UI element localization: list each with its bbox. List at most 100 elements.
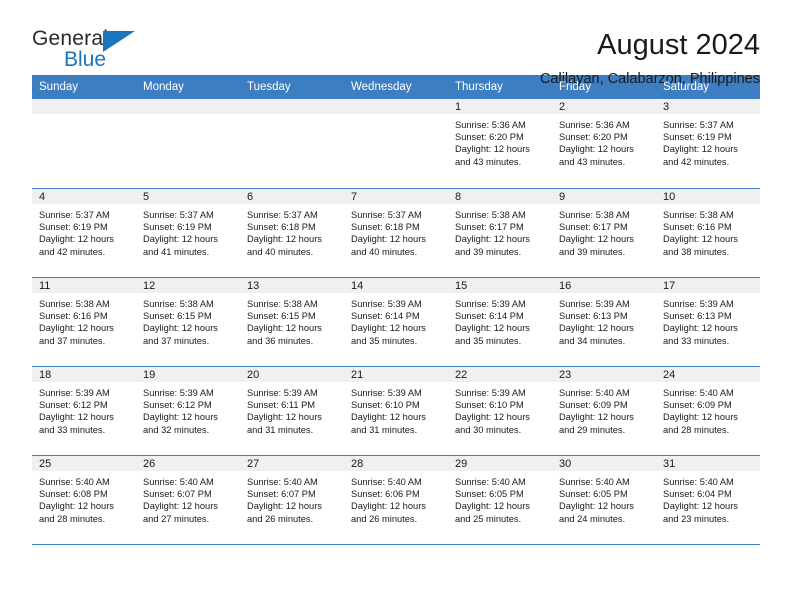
sunrise-text: Sunrise: 5:38 AM [247,299,318,309]
day-cell[interactable]: 24 Sunrise: 5:40 AM Sunset: 6:09 PM Dayligh… [656,366,760,455]
calendar-day-cell: 30 Sunrise: 5:40 AM Sunset: 6:05 PM Dayligh… [552,455,656,544]
daylight-text-line-2: and 42 minutes. [663,156,730,167]
daylight-text-line-1: Daylight: 12 hours [559,412,634,423]
daylight-text-line-2: and 26 minutes. [351,513,418,524]
general-blue-logo[interactable]: General Blue [32,28,152,76]
calendar-day-cell: 16 Sunrise: 5:39 AM Sunset: 6:13 PM Dayligh… [552,277,656,366]
calendar-day-cell: 1 Sunrise: 5:36 AM Sunset: 6:20 PM Daylight… [448,99,552,188]
day-number: 23 [552,367,656,382]
day-cell[interactable]: 30 Sunrise: 5:40 AM Sunset: 6:05 PM Dayligh… [552,455,656,544]
day-details: Sunrise: 5:40 AM Sunset: 6:08 PM Daylight:… [32,471,136,525]
daylight-text-line-2: and 24 minutes. [559,513,626,524]
sunrise-text: Sunrise: 5:39 AM [351,299,422,309]
calendar-day-cell: 25 Sunrise: 5:40 AM Sunset: 6:08 PM Dayligh… [32,455,136,544]
sunrise-text: Sunrise: 5:39 AM [143,388,214,398]
day-number [240,99,344,114]
day-cell[interactable]: 20 Sunrise: 5:39 AM Sunset: 6:11 PM Dayligh… [240,366,344,455]
sunset-text: Sunset: 6:13 PM [663,311,732,322]
day-number: 30 [552,456,656,471]
day-cell[interactable]: 26 Sunrise: 5:40 AM Sunset: 6:07 PM Dayligh… [136,455,240,544]
day-cell[interactable]: 1 Sunrise: 5:36 AM Sunset: 6:20 PM Daylight… [448,99,552,188]
daylight-text-line-1: Daylight: 12 hours [559,501,634,512]
daylight-text-line-1: Daylight: 12 hours [143,323,218,334]
day-details: Sunrise: 5:38 AM Sunset: 6:15 PM Daylight:… [240,293,344,347]
day-details: Sunrise: 5:38 AM Sunset: 6:17 PM Daylight:… [448,204,552,258]
sunrise-text: Sunrise: 5:40 AM [663,388,734,398]
day-number: 22 [448,367,552,382]
daylight-text-line-1: Daylight: 12 hours [559,234,634,245]
day-cell[interactable]: 14 Sunrise: 5:39 AM Sunset: 6:14 PM Dayligh… [344,277,448,366]
day-cell[interactable]: 4 Sunrise: 5:37 AM Sunset: 6:19 PM Daylight… [32,188,136,277]
sunrise-text: Sunrise: 5:40 AM [559,477,630,487]
calendar-day-cell: 6 Sunrise: 5:37 AM Sunset: 6:18 PM Daylight… [240,188,344,277]
day-details: Sunrise: 5:39 AM Sunset: 6:13 PM Daylight:… [656,293,760,347]
day-cell[interactable]: 5 Sunrise: 5:37 AM Sunset: 6:19 PM Daylight… [136,188,240,277]
day-cell[interactable]: 9 Sunrise: 5:38 AM Sunset: 6:17 PM Daylight… [552,188,656,277]
calendar-day-cell [344,99,448,188]
daylight-text-line-1: Daylight: 12 hours [39,501,114,512]
calendar-day-cell [136,99,240,188]
day-cell[interactable]: 2 Sunrise: 5:36 AM Sunset: 6:20 PM Daylight… [552,99,656,188]
daylight-text-line-1: Daylight: 12 hours [559,323,634,334]
day-cell[interactable]: 11 Sunrise: 5:38 AM Sunset: 6:16 PM Dayligh… [32,277,136,366]
day-cell[interactable]: 7 Sunrise: 5:37 AM Sunset: 6:18 PM Daylight… [344,188,448,277]
calendar-day-cell: 4 Sunrise: 5:37 AM Sunset: 6:19 PM Daylight… [32,188,136,277]
day-cell[interactable]: 31 Sunrise: 5:40 AM Sunset: 6:04 PM Dayligh… [656,455,760,544]
sunrise-text: Sunrise: 5:40 AM [39,477,110,487]
calendar-day-cell: 13 Sunrise: 5:38 AM Sunset: 6:15 PM Dayligh… [240,277,344,366]
day-cell[interactable]: 10 Sunrise: 5:38 AM Sunset: 6:16 PM Dayligh… [656,188,760,277]
day-cell[interactable]: 6 Sunrise: 5:37 AM Sunset: 6:18 PM Daylight… [240,188,344,277]
day-details: Sunrise: 5:39 AM Sunset: 6:10 PM Daylight:… [448,382,552,436]
logo-text-general: General [32,27,109,50]
day-cell[interactable]: 19 Sunrise: 5:39 AM Sunset: 6:12 PM Dayligh… [136,366,240,455]
sunset-text: Sunset: 6:17 PM [559,222,628,233]
day-number: 3 [656,99,760,114]
sunrise-text: Sunrise: 5:38 AM [663,210,734,220]
day-cell[interactable]: 23 Sunrise: 5:40 AM Sunset: 6:09 PM Dayligh… [552,366,656,455]
day-cell-empty [344,99,448,188]
day-cell[interactable]: 8 Sunrise: 5:38 AM Sunset: 6:17 PM Daylight… [448,188,552,277]
day-cell[interactable]: 18 Sunrise: 5:39 AM Sunset: 6:12 PM Dayligh… [32,366,136,455]
sunrise-text: Sunrise: 5:40 AM [559,388,630,398]
day-number: 12 [136,278,240,293]
day-cell[interactable]: 22 Sunrise: 5:39 AM Sunset: 6:10 PM Dayligh… [448,366,552,455]
day-cell[interactable]: 15 Sunrise: 5:39 AM Sunset: 6:14 PM Dayligh… [448,277,552,366]
daylight-text-line-2: and 28 minutes. [663,424,730,435]
day-cell[interactable]: 28 Sunrise: 5:40 AM Sunset: 6:06 PM Dayligh… [344,455,448,544]
calendar-day-cell: 20 Sunrise: 5:39 AM Sunset: 6:11 PM Dayligh… [240,366,344,455]
day-details: Sunrise: 5:40 AM Sunset: 6:09 PM Daylight:… [656,382,760,436]
day-number: 27 [240,456,344,471]
day-cell[interactable]: 27 Sunrise: 5:40 AM Sunset: 6:07 PM Dayligh… [240,455,344,544]
daylight-text-line-2: and 28 minutes. [39,513,106,524]
sunrise-text: Sunrise: 5:39 AM [247,388,318,398]
day-details: Sunrise: 5:40 AM Sunset: 6:04 PM Daylight:… [656,471,760,525]
sunset-text: Sunset: 6:05 PM [455,489,524,500]
day-cell[interactable]: 13 Sunrise: 5:38 AM Sunset: 6:15 PM Dayligh… [240,277,344,366]
sunrise-text: Sunrise: 5:36 AM [455,120,526,130]
day-details: Sunrise: 5:39 AM Sunset: 6:11 PM Daylight:… [240,382,344,436]
daylight-text-line-2: and 38 minutes. [663,246,730,257]
day-cell[interactable]: 12 Sunrise: 5:38 AM Sunset: 6:15 PM Dayligh… [136,277,240,366]
sunset-text: Sunset: 6:07 PM [247,489,316,500]
day-cell[interactable]: 29 Sunrise: 5:40 AM Sunset: 6:05 PM Dayligh… [448,455,552,544]
day-number: 14 [344,278,448,293]
day-cell[interactable]: 25 Sunrise: 5:40 AM Sunset: 6:08 PM Dayligh… [32,455,136,544]
day-cell[interactable]: 16 Sunrise: 5:39 AM Sunset: 6:13 PM Dayligh… [552,277,656,366]
daylight-text-line-2: and 43 minutes. [455,156,522,167]
day-cell[interactable]: 21 Sunrise: 5:39 AM Sunset: 6:10 PM Dayligh… [344,366,448,455]
calendar-day-cell: 24 Sunrise: 5:40 AM Sunset: 6:09 PM Dayligh… [656,366,760,455]
daylight-text-line-2: and 39 minutes. [455,246,522,257]
sunset-text: Sunset: 6:10 PM [351,400,420,411]
calendar-week-row: 4 Sunrise: 5:37 AM Sunset: 6:19 PM Daylight… [32,188,760,277]
daylight-text-line-2: and 34 minutes. [559,335,626,346]
sunset-text: Sunset: 6:17 PM [455,222,524,233]
daylight-text-line-2: and 35 minutes. [455,335,522,346]
sunset-text: Sunset: 6:14 PM [455,311,524,322]
day-cell[interactable]: 3 Sunrise: 5:37 AM Sunset: 6:19 PM Daylight… [656,99,760,188]
day-number [32,99,136,114]
daylight-text-line-1: Daylight: 12 hours [455,501,530,512]
sunset-text: Sunset: 6:18 PM [247,222,316,233]
day-cell[interactable]: 17 Sunrise: 5:39 AM Sunset: 6:13 PM Dayligh… [656,277,760,366]
day-details: Sunrise: 5:39 AM Sunset: 6:13 PM Daylight:… [552,293,656,347]
day-number: 5 [136,189,240,204]
